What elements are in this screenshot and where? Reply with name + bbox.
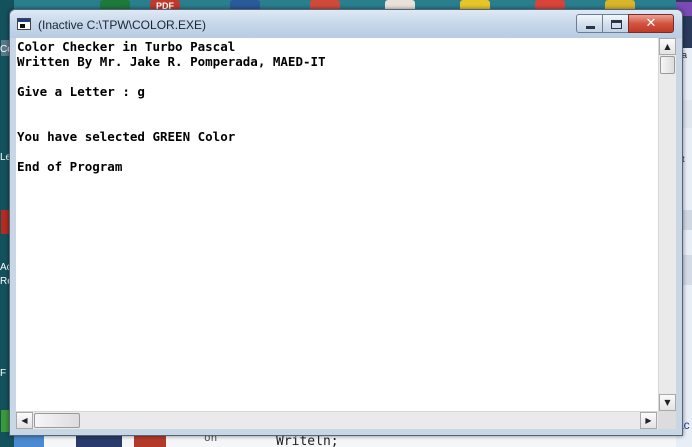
console-line: You have selected GREEN Color — [17, 129, 236, 144]
minimize-icon — [586, 26, 595, 29]
minimize-button[interactable] — [576, 14, 603, 33]
background-left-text: F — [0, 368, 7, 379]
scroll-down-button[interactable]: ▼ — [659, 394, 676, 411]
scroll-left-button[interactable]: ◀ — [16, 412, 33, 429]
scroll-right-button[interactable]: ▶ — [640, 412, 657, 429]
console-client-area: Color Checker in Turbo Pascal Written By… — [16, 38, 676, 429]
horizontal-scroll-thumb[interactable] — [34, 413, 80, 428]
scroll-up-button[interactable]: ▲ — [659, 38, 676, 55]
scrollbar-corner — [658, 411, 676, 429]
console-line: Written By Mr. Jake R. Pomperada, MAED-I… — [17, 54, 326, 69]
console-line: End of Program — [17, 159, 123, 174]
console-line: Color Checker in Turbo Pascal — [17, 39, 236, 54]
maximize-icon — [611, 20, 622, 29]
close-button[interactable]: ✕ — [628, 14, 674, 33]
horizontal-scrollbar[interactable]: ◀ ▶ — [16, 411, 658, 429]
console-window: (Inactive C:\TPW\COLOR.EXE) ✕ Color Chec… — [9, 9, 683, 436]
maximize-button[interactable] — [602, 14, 629, 33]
title-bar[interactable]: (Inactive C:\TPW\COLOR.EXE) ✕ — [10, 10, 682, 38]
console-output[interactable]: Color Checker in Turbo Pascal Written By… — [16, 38, 658, 411]
console-line: Give a Letter : g — [17, 84, 145, 99]
console-app-icon[interactable] — [17, 18, 31, 30]
vertical-scrollbar[interactable]: ▲ ▼ — [658, 38, 676, 411]
window-title: (Inactive C:\TPW\COLOR.EXE) — [38, 18, 207, 32]
vertical-scroll-thumb[interactable] — [660, 56, 675, 74]
close-icon: ✕ — [645, 16, 657, 31]
